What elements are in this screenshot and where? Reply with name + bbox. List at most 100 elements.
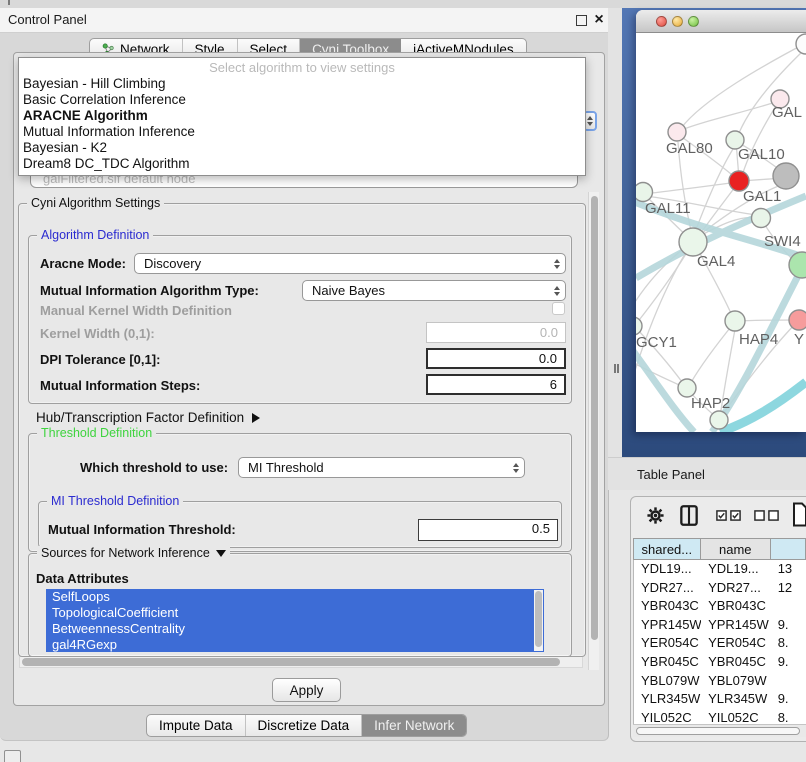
network-node-label: HAP4 xyxy=(739,331,778,348)
expand-right-icon[interactable] xyxy=(252,413,260,423)
column-header-partial[interactable] xyxy=(771,538,806,560)
which-threshold-label: Which threshold to use: xyxy=(80,457,228,478)
mi-steps-field[interactable]: 6 xyxy=(426,374,566,395)
data-attribute-item[interactable]: BetweennessCentrality xyxy=(46,621,544,637)
deselect-all-checkboxes-icon[interactable] xyxy=(754,510,779,521)
network-node-gcy1[interactable] xyxy=(636,317,642,335)
network-node-label: GAL xyxy=(772,104,802,121)
table-row[interactable]: YBR045CYBR045C9. xyxy=(634,653,806,672)
table-horizontal-scrollbar[interactable] xyxy=(633,724,806,737)
manual-kernel-width-label: Manual Kernel Width Definition xyxy=(40,300,232,321)
network-node-y[interactable] xyxy=(789,310,806,330)
apply-button[interactable]: Apply xyxy=(272,678,341,702)
column-layout-icon[interactable] xyxy=(680,505,698,531)
mi-algorithm-type-label: Mutual Information Algorithm Type: xyxy=(40,280,259,301)
network-window-titlebar xyxy=(636,10,806,33)
hub-transcription-factor-section[interactable]: Hub/Transcription Factor Definition xyxy=(36,410,260,425)
data-attribute-item[interactable]: SelfLoops xyxy=(46,589,544,605)
table-row[interactable]: YIL052CYIL052C8. xyxy=(634,709,806,724)
table-row[interactable]: YPR145WYPR145W9. xyxy=(634,616,806,635)
manual-kernel-width-checkbox[interactable] xyxy=(552,302,565,315)
list-scrollbar-thumb[interactable] xyxy=(535,591,542,647)
network-node-gal80[interactable] xyxy=(668,123,686,141)
top-strip xyxy=(0,0,806,8)
algorithm-popup-item[interactable]: Mutual Information Inference xyxy=(19,124,585,140)
table-row[interactable]: YLR345WYLR345W9. xyxy=(634,690,806,709)
float-window-icon[interactable] xyxy=(576,15,587,26)
mi-algorithm-type-combobox[interactable]: Naive Bayes xyxy=(302,280,566,301)
sources-title: Sources for Network Inference xyxy=(41,546,210,561)
network-node[interactable] xyxy=(796,34,806,54)
algorithm-popup-item[interactable]: Dream8 DC_TDC Algorithm xyxy=(19,156,585,172)
algorithm-popup-item[interactable]: Bayesian - K2 xyxy=(19,140,585,156)
which-threshold-combobox[interactable]: MI Threshold xyxy=(238,457,525,478)
table-row[interactable]: YBR043CYBR043C xyxy=(634,597,806,616)
algorithm-popup-item[interactable]: Basic Correlation Inference xyxy=(19,92,585,108)
network-node-label: GAL10 xyxy=(738,146,785,163)
collapse-down-icon[interactable] xyxy=(216,550,226,557)
threshold-definition-title: Threshold Definition xyxy=(37,426,156,441)
select-all-checkboxes-icon[interactable] xyxy=(716,510,741,521)
table-body[interactable]: YDL19...YDL19...13YDR27...YDR27...12YBR0… xyxy=(633,560,806,724)
close-icon[interactable]: × xyxy=(591,8,607,32)
table-cell: 9. xyxy=(771,616,806,635)
file-icon[interactable] xyxy=(792,502,806,532)
network-node[interactable] xyxy=(773,163,799,189)
stepper-up-icon xyxy=(587,116,593,120)
network-node-gal4[interactable] xyxy=(679,228,707,256)
network-bright-edge xyxy=(720,382,806,432)
tab-infer-network[interactable]: Infer Network xyxy=(362,715,466,736)
minimized-panel-icon[interactable] xyxy=(4,750,21,762)
data-attribute-item[interactable]: gal4RGexp xyxy=(46,637,544,652)
column-header-name[interactable]: name xyxy=(701,538,771,560)
data-attributes-label: Data Attributes xyxy=(36,568,129,589)
algorithm-popup-placeholder: Select algorithm to view settings xyxy=(19,60,585,76)
table-settings-gear-icon[interactable] xyxy=(646,506,665,530)
network-node-label: GAL1 xyxy=(743,188,781,205)
list-scrollbar[interactable] xyxy=(534,590,543,651)
table-row[interactable]: YDR27...YDR27...12 xyxy=(634,579,806,598)
settings-horizontal-scrollbar[interactable] xyxy=(19,656,583,668)
table-cell: YIL052C xyxy=(701,709,771,724)
network-node-hap4[interactable] xyxy=(725,311,745,331)
horizontal-scrollbar-thumb[interactable] xyxy=(22,658,560,666)
settings-vertical-scrollbar[interactable] xyxy=(588,192,599,670)
kernel-width-field[interactable]: 0.0 xyxy=(426,322,566,343)
close-traffic-light-icon[interactable] xyxy=(656,16,667,27)
table-row[interactable]: YER054CYER054C8. xyxy=(634,634,806,653)
table-panel-title: Table Panel xyxy=(637,458,705,491)
network-canvas[interactable]: GALGAL80GAL10GAL1GAL11GAL4SWI4GCY1HAP4YH… xyxy=(636,33,806,432)
data-attribute-item[interactable]: TopologicalCoefficient xyxy=(46,605,544,621)
column-header-shared-name[interactable]: shared... xyxy=(633,538,701,560)
table-cell: YPR145W xyxy=(634,616,701,635)
minimize-traffic-light-icon[interactable] xyxy=(672,16,683,27)
network-node[interactable] xyxy=(710,411,728,429)
table-row[interactable]: YDL19...YDL19...13 xyxy=(634,560,806,579)
tab-discretize-data[interactable]: Discretize Data xyxy=(246,715,363,736)
vertical-scrollbar-thumb[interactable] xyxy=(591,196,598,640)
table-row[interactable]: YBL079WYBL079W xyxy=(634,672,806,691)
table-cell: 9. xyxy=(771,653,806,672)
table-scrollbar-thumb[interactable] xyxy=(636,727,800,735)
sources-title-row[interactable]: Sources for Network Inference xyxy=(37,546,230,561)
network-node-gal11[interactable] xyxy=(636,183,653,202)
zoom-traffic-light-icon[interactable] xyxy=(688,16,699,27)
control-panel-titlebar: Control Panel xyxy=(0,8,608,33)
data-attributes-list[interactable]: SelfLoopsTopologicalCoefficientBetweenne… xyxy=(46,589,544,652)
network-node-label: GAL4 xyxy=(697,253,735,270)
network-node-label: GAL11 xyxy=(645,200,691,217)
combobox-stepper-icon xyxy=(513,458,519,477)
table-cell: 9. xyxy=(771,690,806,709)
algorithm-popup-item[interactable]: ARACNE Algorithm xyxy=(19,108,585,124)
network-node[interactable] xyxy=(752,209,771,228)
table-cell: 12 xyxy=(771,579,806,598)
mi-threshold-field[interactable]: 0.5 xyxy=(418,519,558,541)
tab-impute-data[interactable]: Impute Data xyxy=(147,715,246,736)
table-cell: 13 xyxy=(771,560,806,579)
panel-divider[interactable] xyxy=(608,8,622,457)
algorithm-popup-item[interactable]: Bayesian - Hill Climbing xyxy=(19,76,585,92)
aracne-mode-combobox[interactable]: Discovery xyxy=(134,253,566,274)
kernel-width-label: Kernel Width (0,1): xyxy=(40,323,155,344)
divider-grip-icon[interactable] xyxy=(614,364,616,373)
dpi-tolerance-field[interactable]: 0.0 xyxy=(426,348,566,369)
